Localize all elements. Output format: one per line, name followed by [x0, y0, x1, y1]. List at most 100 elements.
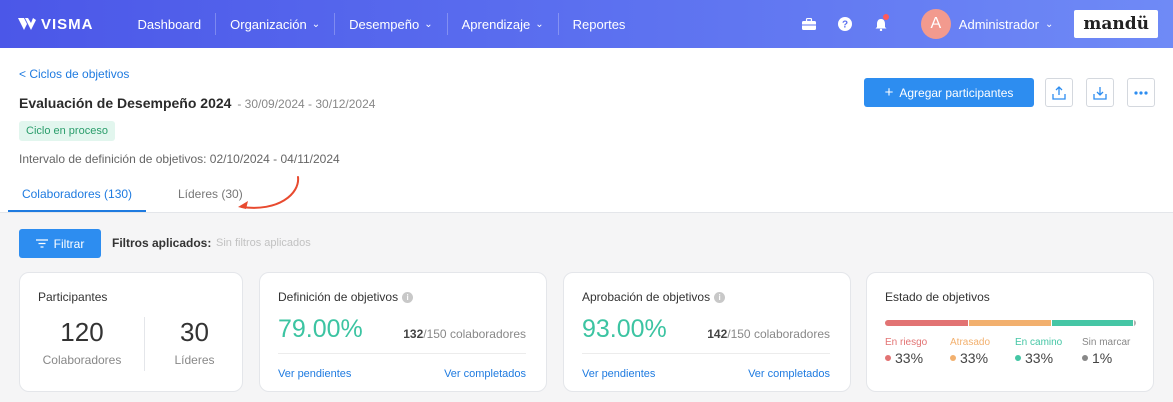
definition-completed-link[interactable]: Ver completados	[444, 368, 526, 380]
status-dot-icon	[950, 355, 956, 361]
participants-card-title: Participantes	[38, 290, 108, 304]
bell-icon[interactable]	[863, 0, 899, 48]
legend-sin-marcar-value: 1%	[1092, 350, 1113, 366]
page-title-text: Evaluación de Desempeño 2024	[19, 95, 232, 111]
user-name: Administrador	[958, 16, 1039, 32]
filter-button[interactable]: Filtrar	[19, 229, 101, 258]
nav-dashboard[interactable]: Dashboard	[124, 0, 216, 48]
approval-count: 142/150 colaboradores	[707, 327, 830, 341]
visma-logo[interactable]: VISMA	[18, 16, 94, 33]
objectives-interval: Intervalo de definición de objetivos: 02…	[19, 152, 340, 166]
nav-right-group: ? A Administrador ⌄ mandü	[791, 0, 1173, 48]
filter-icon	[35, 239, 48, 248]
collaborators-label: Colaboradores	[42, 353, 122, 367]
page-header: < Ciclos de objetivos Evaluación de Dese…	[0, 48, 1173, 213]
legend-atrasado-value: 33%	[960, 350, 989, 366]
nav-dashboard-label: Dashboard	[137, 16, 202, 32]
chevron-down-icon: ⌄	[535, 18, 544, 30]
definition-total: /150 colaboradores	[423, 327, 526, 341]
status-card-title: Estado de objetivos	[885, 290, 990, 304]
status-dot-icon	[1082, 355, 1088, 361]
nav-aprendizaje-label: Aprendizaje	[461, 16, 531, 32]
legend-atrasado: Atrasado 33%	[950, 337, 990, 366]
leaders-label: Líderes	[174, 353, 215, 367]
definition-pending-link[interactable]: Ver pendientes	[278, 368, 351, 380]
back-link[interactable]: < Ciclos de objetivos	[19, 67, 129, 81]
legend-sin-marcar-label: Sin marcar	[1082, 337, 1131, 348]
more-options-button[interactable]	[1127, 78, 1155, 107]
objectives-status-card: Estado de objetivos En riesgo 33% Atrasa…	[866, 272, 1154, 392]
legend-en-riesgo-value-wrap: 33%	[885, 350, 927, 366]
notification-badge	[882, 14, 889, 20]
leaders-count: 30	[180, 317, 209, 347]
legend-en-camino-value-wrap: 33%	[1015, 350, 1062, 366]
download-button[interactable]	[1086, 78, 1114, 107]
status-dot-icon	[1015, 355, 1021, 361]
more-icon	[1134, 90, 1148, 95]
status-bar-segment	[967, 320, 1051, 326]
chevron-down-icon: ⌄	[424, 18, 433, 30]
status-dot-icon	[885, 355, 891, 361]
upload-icon	[1052, 85, 1066, 100]
chevron-down-icon: ⌄	[1045, 18, 1054, 30]
approval-card-title: Aprobación de objetivos i	[582, 290, 726, 304]
legend-en-camino-value: 33%	[1025, 350, 1054, 366]
legend-en-riesgo-label: En riesgo	[885, 337, 928, 348]
legend-sin-marcar-value-wrap: 1%	[1082, 350, 1130, 366]
add-participants-button[interactable]: + Agregar participantes	[864, 78, 1034, 107]
status-bar-segment	[1133, 320, 1136, 326]
filter-button-label: Filtrar	[53, 236, 85, 251]
info-icon[interactable]: i	[714, 292, 726, 303]
help-icon[interactable]: ?	[827, 0, 863, 48]
nav-desempeno-label: Desempeño	[349, 16, 420, 32]
user-menu[interactable]: Administrador ⌄	[959, 17, 1054, 32]
legend-atrasado-value-wrap: 33%	[950, 350, 990, 366]
approval-done: 142	[707, 327, 728, 341]
card-divider	[582, 353, 830, 354]
mandu-logo: mandü	[1074, 10, 1158, 38]
legend-en-riesgo: En riesgo 33%	[885, 337, 927, 366]
status-badge: Ciclo en proceso	[19, 121, 115, 141]
info-icon[interactable]: i	[402, 292, 414, 303]
page-title-dates: - 30/09/2024 - 30/12/2024	[237, 97, 376, 111]
add-participants-label: Agregar participantes	[899, 85, 1014, 100]
status-bar-segment	[1050, 320, 1134, 326]
visma-logo-icon	[18, 18, 36, 30]
approval-completed-link[interactable]: Ver completados	[748, 368, 830, 380]
definition-percent: 79.00%	[278, 315, 363, 343]
approval-card-title-text: Aprobación de objetivos	[582, 290, 711, 304]
status-bar-segment	[885, 320, 968, 326]
status-progress-bar	[885, 320, 1136, 326]
approval-percent: 93.00%	[582, 315, 667, 343]
applied-filters-value: Sin filtros aplicados	[216, 237, 311, 249]
definition-card: Definición de objetivos i 79.00% 132/150 …	[259, 272, 547, 392]
briefcase-icon[interactable]	[791, 0, 827, 48]
legend-en-camino-label: En camino	[1015, 337, 1063, 348]
legend-sin-marcar: Sin marcar 1%	[1082, 337, 1130, 366]
collaborators-count: 120	[60, 317, 104, 347]
nav-desempeno[interactable]: Desempeño ⌄	[335, 0, 447, 48]
nav-organizacion-label: Organización	[230, 16, 307, 32]
avatar[interactable]: A	[920, 9, 951, 39]
card-divider	[278, 353, 526, 354]
visma-logo-text: VISMA	[41, 15, 94, 33]
annotation-arrow-icon	[238, 176, 300, 209]
tab-colaboradores[interactable]: Colaboradores (130)	[8, 187, 146, 212]
legend-en-camino: En camino 33%	[1015, 337, 1062, 366]
page-title: Evaluación de Desempeño 2024 - 30/09/202…	[19, 95, 375, 111]
definition-count: 132/150 colaboradores	[403, 327, 526, 341]
plus-icon: +	[884, 84, 894, 101]
nav-reportes[interactable]: Reportes	[559, 0, 640, 48]
nav-aprendizaje[interactable]: Aprendizaje ⌄	[448, 0, 558, 48]
nav-organizacion[interactable]: Organización ⌄	[216, 0, 334, 48]
applied-filters-label: Filtros aplicados:	[112, 236, 212, 250]
definition-done: 132	[403, 327, 424, 341]
definition-card-title-text: Definición de objetivos	[278, 290, 399, 304]
svg-text:?: ?	[842, 20, 848, 31]
top-navbar: VISMA Dashboard Organización ⌄ Desempeño ⌄…	[0, 0, 1173, 48]
upload-button[interactable]	[1045, 78, 1073, 107]
legend-en-riesgo-value: 33%	[895, 350, 924, 366]
approval-card: Aprobación de objetivos i 93.00% 142/150 …	[563, 272, 851, 392]
approval-pending-link[interactable]: Ver pendientes	[582, 368, 655, 380]
nav-reportes-label: Reportes	[572, 16, 626, 32]
